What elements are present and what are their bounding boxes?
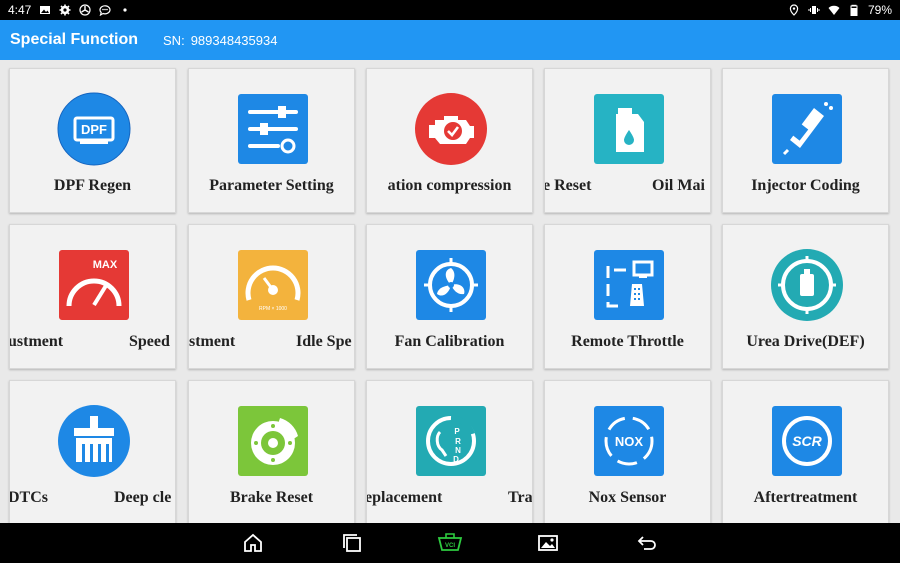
tile-label-part: Idle Spe bbox=[296, 333, 352, 350]
tile-label: Fan Calibration bbox=[394, 333, 505, 350]
tile-dpf-regen[interactable]: DPF DPF Regen bbox=[9, 68, 176, 213]
tile-brake-reset[interactable]: Brake Reset bbox=[188, 380, 355, 525]
tile-label: Aftertreatment bbox=[753, 489, 858, 506]
tile-label: Parameter Setting bbox=[209, 177, 334, 194]
location-icon bbox=[788, 4, 800, 16]
vibrate-icon bbox=[808, 4, 820, 16]
back-icon[interactable] bbox=[636, 532, 658, 554]
svg-text:RPM × 1000: RPM × 1000 bbox=[259, 306, 287, 312]
svg-text:P: P bbox=[454, 427, 460, 436]
svg-text:R: R bbox=[455, 437, 461, 446]
tile-label: Injector Coding bbox=[751, 177, 860, 194]
tile-label-part: eplacement bbox=[366, 489, 443, 506]
brake-disc-icon bbox=[236, 404, 310, 478]
tile-label-part: Tra bbox=[508, 489, 533, 506]
oil-can-icon bbox=[592, 92, 666, 166]
chat-icon bbox=[99, 4, 111, 16]
image-icon bbox=[39, 4, 51, 16]
status-time: 4:47 bbox=[8, 3, 32, 17]
brush-icon bbox=[57, 404, 131, 478]
remote-throttle-icon bbox=[592, 248, 666, 322]
svg-text:D: D bbox=[453, 455, 459, 464]
tile-fan-calibration[interactable]: Fan Calibration bbox=[366, 224, 533, 369]
max-speed-gauge-icon: MAX bbox=[57, 248, 131, 322]
tile-label-part: stment bbox=[189, 333, 236, 350]
recents-icon[interactable] bbox=[341, 532, 363, 554]
tile-idle-speed-adjustment[interactable]: RPM × 1000 stment Idle Spe bbox=[188, 224, 355, 369]
svg-text:NOX: NOX bbox=[615, 434, 644, 449]
scr-icon: SCR bbox=[770, 404, 844, 478]
vci-label: VCI bbox=[445, 543, 455, 549]
navigation-bar: VCI bbox=[0, 523, 900, 563]
tile-label: Nox Sensor bbox=[588, 489, 667, 506]
tile-transmission-replacement[interactable]: PRND eplacement Tra bbox=[366, 380, 533, 525]
serial-number: SN: 989348435934 bbox=[163, 33, 283, 48]
wind-icon bbox=[79, 4, 91, 16]
app-header: Special Function SN: 989348435934 bbox=[0, 20, 900, 60]
tile-label: DPF Regen bbox=[53, 177, 132, 194]
fan-icon bbox=[414, 248, 488, 322]
svg-text:SCR: SCR bbox=[792, 433, 822, 449]
tile-aftertreatment[interactable]: SCR Aftertreatment bbox=[722, 380, 889, 525]
tile-parameter-setting[interactable]: Parameter Setting bbox=[188, 68, 355, 213]
tile-remote-throttle[interactable]: Remote Throttle bbox=[544, 224, 711, 369]
battery-icon bbox=[848, 4, 860, 16]
battery-level: 79% bbox=[867, 3, 892, 17]
gallery-icon[interactable] bbox=[537, 532, 559, 554]
tile-label-part: e Reset bbox=[544, 177, 592, 194]
svg-text:MAX: MAX bbox=[93, 259, 118, 271]
sliders-icon bbox=[236, 92, 310, 166]
vci-icon[interactable]: VCI bbox=[437, 532, 463, 554]
tile-deep-clean-dtcs[interactable]: DTCs Deep cle bbox=[9, 380, 176, 525]
injector-icon bbox=[770, 92, 844, 166]
svg-text:N: N bbox=[455, 446, 461, 455]
tile-oil-reset[interactable]: e Reset Oil Mai bbox=[544, 68, 711, 213]
engine-check-icon bbox=[414, 92, 488, 166]
tile-speed-adjustment[interactable]: MAX ustment Speed bbox=[9, 224, 176, 369]
svg-text:DPF: DPF bbox=[81, 122, 107, 137]
function-grid: DPF DPF Regen Parameter Setting ation co… bbox=[0, 60, 900, 525]
tile-label-part: Speed bbox=[129, 333, 170, 350]
gear-shift-icon: PRND bbox=[414, 404, 488, 478]
dpf-icon: DPF bbox=[57, 92, 131, 166]
nox-icon: NOX bbox=[592, 404, 666, 478]
tile-label: Remote Throttle bbox=[571, 333, 684, 350]
settings-icon bbox=[59, 4, 71, 16]
tile-urea-drive-def[interactable]: Urea Drive(DEF) bbox=[722, 224, 889, 369]
tile-label-part: Deep cle bbox=[114, 489, 172, 506]
tile-label-part: ustment bbox=[9, 333, 64, 350]
dot-icon bbox=[119, 4, 131, 16]
tile-label-part: DTCs bbox=[9, 489, 49, 506]
urea-tank-icon bbox=[770, 248, 844, 322]
wifi-icon bbox=[828, 4, 840, 16]
rpm-gauge-icon: RPM × 1000 bbox=[236, 248, 310, 322]
tile-label-part: Oil Mai bbox=[652, 177, 705, 194]
serial-number-value: 989348435934 bbox=[190, 32, 278, 48]
tile-nox-sensor[interactable]: NOX Nox Sensor bbox=[544, 380, 711, 525]
tile-label: Brake Reset bbox=[229, 489, 314, 506]
home-icon[interactable] bbox=[242, 532, 264, 554]
tile-label: ation compression bbox=[387, 177, 512, 194]
screen: 4:47 79% Special Function SN: 9893484359… bbox=[0, 0, 900, 563]
tile-label: Urea Drive(DEF) bbox=[746, 333, 865, 350]
tile-cylinder-compression[interactable]: ation compression bbox=[366, 68, 533, 213]
tile-injector-coding[interactable]: Injector Coding bbox=[722, 68, 889, 213]
serial-number-label: SN: bbox=[163, 32, 185, 48]
page-title: Special Function bbox=[10, 31, 139, 48]
status-bar: 4:47 79% bbox=[0, 0, 900, 20]
